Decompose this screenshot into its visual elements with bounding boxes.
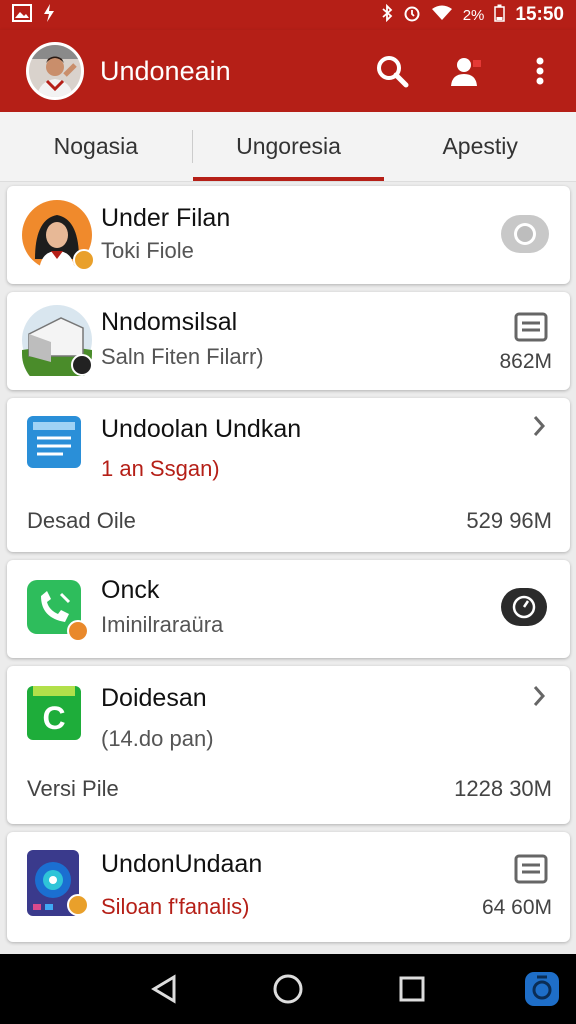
chevron-right-icon[interactable] [532, 414, 546, 438]
status-badge [67, 620, 89, 642]
svg-text:C: C [42, 700, 65, 736]
timer-icon[interactable] [500, 587, 548, 627]
tab-ungoresia[interactable]: Ungoresia [192, 112, 385, 181]
item-subtitle: Siloan f'fanalis) [101, 894, 250, 919]
battery-percent: 2% [462, 6, 485, 24]
status-badge [73, 249, 95, 271]
avatar[interactable] [26, 42, 84, 100]
document-icon[interactable] [514, 312, 548, 342]
chevron-right-icon[interactable] [532, 684, 546, 708]
item-title: Onck [101, 576, 160, 604]
item-subtitle: Toki Fiole [101, 238, 194, 263]
status-badge [71, 354, 93, 376]
c-app-icon: C [25, 684, 85, 744]
more-vert-icon[interactable] [520, 51, 560, 91]
item-title: Under Filan [101, 204, 231, 232]
app-bar: Undoneain [0, 30, 576, 112]
item-subtitle: 1 an Ssgan) [101, 456, 220, 481]
item-list: Under Filan Toki Fiole Nndomsilsal Saln … [0, 182, 576, 954]
alarm-icon [403, 4, 421, 27]
list-item[interactable]: C Doidesan (14.do pan) Versi Pile 1228 3… [7, 666, 570, 824]
recents-icon[interactable] [382, 959, 442, 1019]
item-footer-label: Desad Oile [27, 508, 136, 533]
status-bar: 2% 15:50 [0, 0, 576, 30]
bluetooth-icon [381, 3, 393, 27]
house-icon [21, 304, 93, 389]
item-footer-size: 529 96M [466, 508, 552, 533]
avatar [21, 199, 95, 271]
back-icon[interactable] [134, 959, 194, 1019]
tab-nogasia[interactable]: Nogasia [0, 112, 192, 181]
document-app-icon [25, 412, 85, 472]
app-title: Undoneain [100, 55, 231, 86]
assistant-icon[interactable] [512, 959, 572, 1019]
add-contact-icon[interactable] [446, 51, 486, 91]
item-subtitle: Saln Fiten Filarr) [101, 344, 264, 369]
phone-app-icon [25, 578, 89, 642]
item-footer-label: Versi Pile [27, 776, 119, 801]
battery-icon [494, 4, 506, 27]
item-size: 862M [499, 350, 552, 373]
item-subtitle: (14.do pan) [101, 726, 214, 751]
search-icon[interactable] [372, 51, 412, 91]
item-footer-size: 1228 30M [454, 776, 552, 801]
list-item[interactable]: Nndomsilsal Saln Fiten Filarr) 862M [7, 292, 570, 390]
toggle-icon[interactable] [500, 214, 550, 254]
media-app-icon [25, 848, 89, 918]
clock: 15:50 [515, 4, 564, 25]
item-title: Undoolan Undkan [101, 415, 302, 443]
tab-bar: Nogasia Ungoresia Apestiy [0, 112, 576, 182]
system-nav-bar [0, 954, 576, 1024]
item-title: UndonUndaan [101, 850, 263, 878]
bolt-icon [42, 3, 56, 27]
tab-apestiy[interactable]: Apestiy [384, 112, 576, 181]
item-size: 64 60M [481, 896, 552, 919]
item-title: Doidesan [101, 684, 207, 712]
list-item[interactable]: Onck Iminilraraüra [7, 560, 570, 658]
home-icon[interactable] [258, 959, 318, 1019]
status-badge [67, 894, 89, 916]
image-icon [12, 3, 32, 27]
document-icon[interactable] [514, 854, 548, 884]
list-item[interactable]: UndonUndaan Siloan f'fanalis) 64 60M [7, 832, 570, 942]
item-title: Nndomsilsal [101, 308, 238, 336]
wifi-icon [431, 5, 453, 26]
list-item[interactable]: Under Filan Toki Fiole [7, 186, 570, 284]
list-item[interactable]: Undoolan Undkan 1 an Ssgan) Desad Oile 5… [7, 398, 570, 552]
item-subtitle: Iminilraraüra [101, 612, 224, 637]
